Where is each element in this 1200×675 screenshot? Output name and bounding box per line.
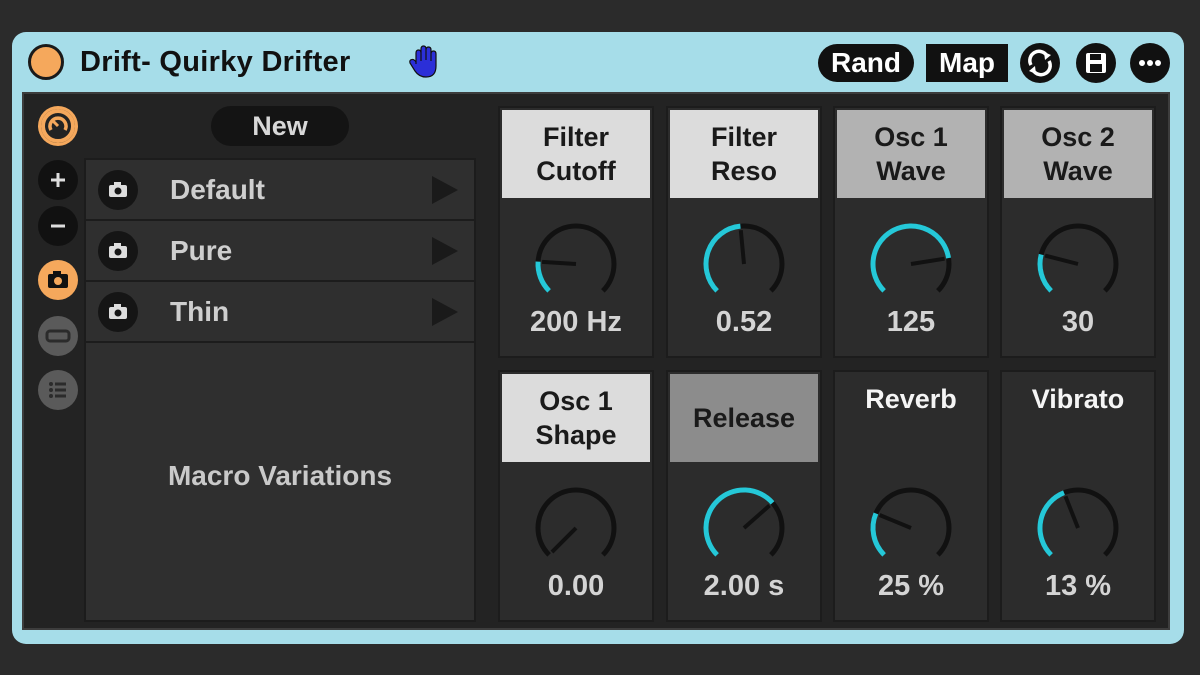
- variations-list: Default Pure Thin Macro Variations: [84, 158, 476, 622]
- macro-map-icon: [41, 109, 75, 143]
- macro-label: Filter Cutoff: [502, 110, 650, 198]
- variation-row[interactable]: Default: [86, 160, 474, 221]
- hot-swap-icon: [1028, 49, 1052, 77]
- variation-row[interactable]: Thin: [86, 282, 474, 343]
- minus-icon: [51, 224, 65, 228]
- macro-label: Vibrato: [1004, 374, 1152, 470]
- macro-variations-label: Macro Variations: [167, 460, 393, 491]
- macro-knob-cell[interactable]: Filter Reso 0.52: [666, 106, 822, 358]
- add-macro-button[interactable]: [38, 160, 78, 200]
- macro-label: Reverb: [837, 374, 985, 470]
- macro-knob-cell[interactable]: Release 2.00 s: [666, 370, 822, 622]
- macro-knob-cell[interactable]: Osc 2 Wave 30: [1000, 106, 1156, 358]
- more-options-button[interactable]: [1130, 43, 1170, 83]
- save-icon: [1086, 53, 1106, 73]
- device-title-bar[interactable]: Drift- Quirky Drifter Rand Map: [12, 32, 1184, 92]
- knob-needle: [738, 229, 746, 265]
- macro-knob[interactable]: [865, 218, 957, 310]
- variation-row[interactable]: Pure: [86, 221, 474, 282]
- play-icon[interactable]: [428, 235, 460, 267]
- variations-toggle[interactable]: [38, 260, 78, 300]
- macro-knob[interactable]: [530, 482, 622, 574]
- camera-icon[interactable]: [98, 170, 138, 210]
- knob-needle: [742, 504, 771, 530]
- macro-map-toggle[interactable]: [38, 106, 78, 146]
- device-activator-button[interactable]: [28, 44, 64, 80]
- play-icon[interactable]: [428, 296, 460, 328]
- knob-needle: [1044, 253, 1079, 266]
- knob-value-arc: [535, 261, 551, 293]
- macro-knob-cell[interactable]: Reverb 25 %: [833, 370, 989, 622]
- play-icon[interactable]: [428, 174, 460, 206]
- variation-label: Default: [170, 174, 265, 205]
- macro-label: Osc 2 Wave: [1004, 110, 1152, 198]
- macro-knob-cell[interactable]: Osc 1 Shape 0.00: [498, 370, 654, 622]
- macro-knob[interactable]: [698, 218, 790, 310]
- save-preset-button[interactable]: [1076, 43, 1116, 83]
- knob-value-arc: [703, 223, 741, 293]
- knob-value-arc: [703, 487, 775, 557]
- knob-track: [870, 487, 952, 557]
- plus-icon: [51, 173, 65, 187]
- knob-needle: [1063, 495, 1080, 529]
- macro-value: 0.52: [715, 306, 773, 338]
- macro-knob[interactable]: [1032, 482, 1124, 574]
- macro-value: 25 %: [877, 570, 945, 602]
- macro-label: Osc 1 Shape: [502, 374, 650, 462]
- knob-value-arc: [870, 512, 886, 557]
- macro-value: 0.00: [547, 570, 605, 602]
- drift-device: Drift- Quirky Drifter Rand Map New Defau…: [12, 32, 1184, 644]
- macro-knob-cell[interactable]: Filter Cutoff 200 Hz: [498, 106, 654, 358]
- map-button[interactable]: Map: [926, 44, 1008, 82]
- knob-needle: [541, 259, 577, 266]
- knob-needle: [878, 513, 912, 530]
- macro-value: 2.00 s: [703, 570, 785, 602]
- macro-value: 30: [1061, 306, 1095, 338]
- knob-track: [535, 223, 617, 293]
- macro-label: Release: [670, 374, 818, 462]
- macro-knob[interactable]: [698, 482, 790, 574]
- macro-knob[interactable]: [865, 482, 957, 574]
- macro-value: 200 Hz: [530, 306, 622, 338]
- variation-label: Thin: [170, 296, 230, 327]
- hand-icon: [408, 44, 442, 80]
- hot-swap-button[interactable]: [1020, 43, 1060, 83]
- list-view-button[interactable]: [38, 370, 78, 410]
- new-variation-button[interactable]: New: [211, 106, 349, 146]
- macro-value: 125: [886, 306, 936, 338]
- camera-icon[interactable]: [98, 292, 138, 332]
- bar-view-button[interactable]: [38, 316, 78, 356]
- camera-icon[interactable]: [98, 231, 138, 271]
- knob-needle: [550, 526, 578, 554]
- macro-value: 13 %: [1044, 570, 1112, 602]
- macro-panel: New Default Pure Thin Macro Variations F…: [22, 92, 1170, 630]
- macro-knob[interactable]: [1032, 218, 1124, 310]
- bar-icon: [45, 329, 71, 343]
- rand-button[interactable]: Rand: [818, 44, 914, 82]
- macro-knob-cell[interactable]: Osc 1 Wave 125: [833, 106, 989, 358]
- knob-value-arc: [1037, 253, 1053, 293]
- macro-label: Osc 1 Wave: [837, 110, 985, 198]
- macro-knob[interactable]: [530, 218, 622, 310]
- macro-label: Filter Reso: [670, 110, 818, 198]
- list-icon: [49, 382, 66, 398]
- more-icon: [1139, 60, 1161, 66]
- knob-track: [535, 487, 617, 557]
- variation-label: Pure: [170, 235, 233, 266]
- camera-icon: [48, 271, 68, 288]
- knob-value-arc: [1037, 490, 1066, 557]
- macro-knob-cell[interactable]: Vibrato 13 %: [1000, 370, 1156, 622]
- remove-macro-button[interactable]: [38, 206, 78, 246]
- knob-needle: [910, 256, 945, 266]
- device-title: Drift- Quirky Drifter: [80, 46, 351, 78]
